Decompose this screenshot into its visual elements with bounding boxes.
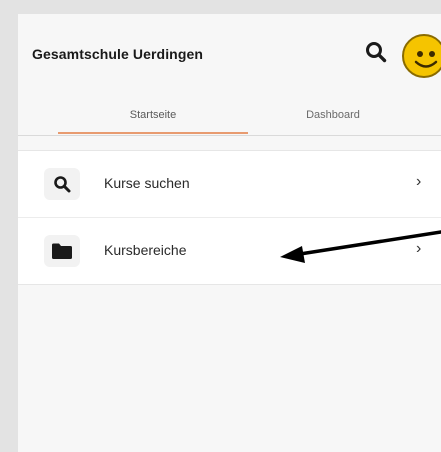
list-item-kurse-suchen[interactable]: Kurse suchen › bbox=[18, 151, 441, 217]
tab-dashboard[interactable]: Dashboard bbox=[248, 94, 418, 136]
menu-list: Kurse suchen › Kursbereiche › bbox=[18, 150, 441, 285]
list-item-label: Kursbereiche bbox=[104, 242, 187, 258]
folder-icon bbox=[44, 235, 80, 267]
chevron-right-icon: › bbox=[416, 240, 422, 257]
app-frame: Gesamtschule Uerdingen Startseite Dashbo… bbox=[18, 14, 441, 452]
search-icon[interactable] bbox=[363, 39, 389, 65]
active-tab-indicator bbox=[58, 132, 248, 134]
app-header: Gesamtschule Uerdingen Startseite Dashbo… bbox=[18, 14, 441, 136]
smiley-avatar-icon bbox=[414, 51, 438, 68]
header-divider bbox=[18, 135, 441, 136]
tab-startseite[interactable]: Startseite bbox=[58, 94, 248, 136]
list-item-label: Kurse suchen bbox=[104, 175, 190, 191]
search-icon bbox=[44, 168, 80, 200]
tab-bar: Startseite Dashboard bbox=[18, 94, 441, 136]
chevron-right-icon: › bbox=[416, 173, 422, 190]
site-title: Gesamtschule Uerdingen bbox=[32, 46, 204, 62]
avatar[interactable] bbox=[402, 34, 441, 78]
list-item-kursbereiche[interactable]: Kursbereiche › bbox=[18, 217, 441, 284]
